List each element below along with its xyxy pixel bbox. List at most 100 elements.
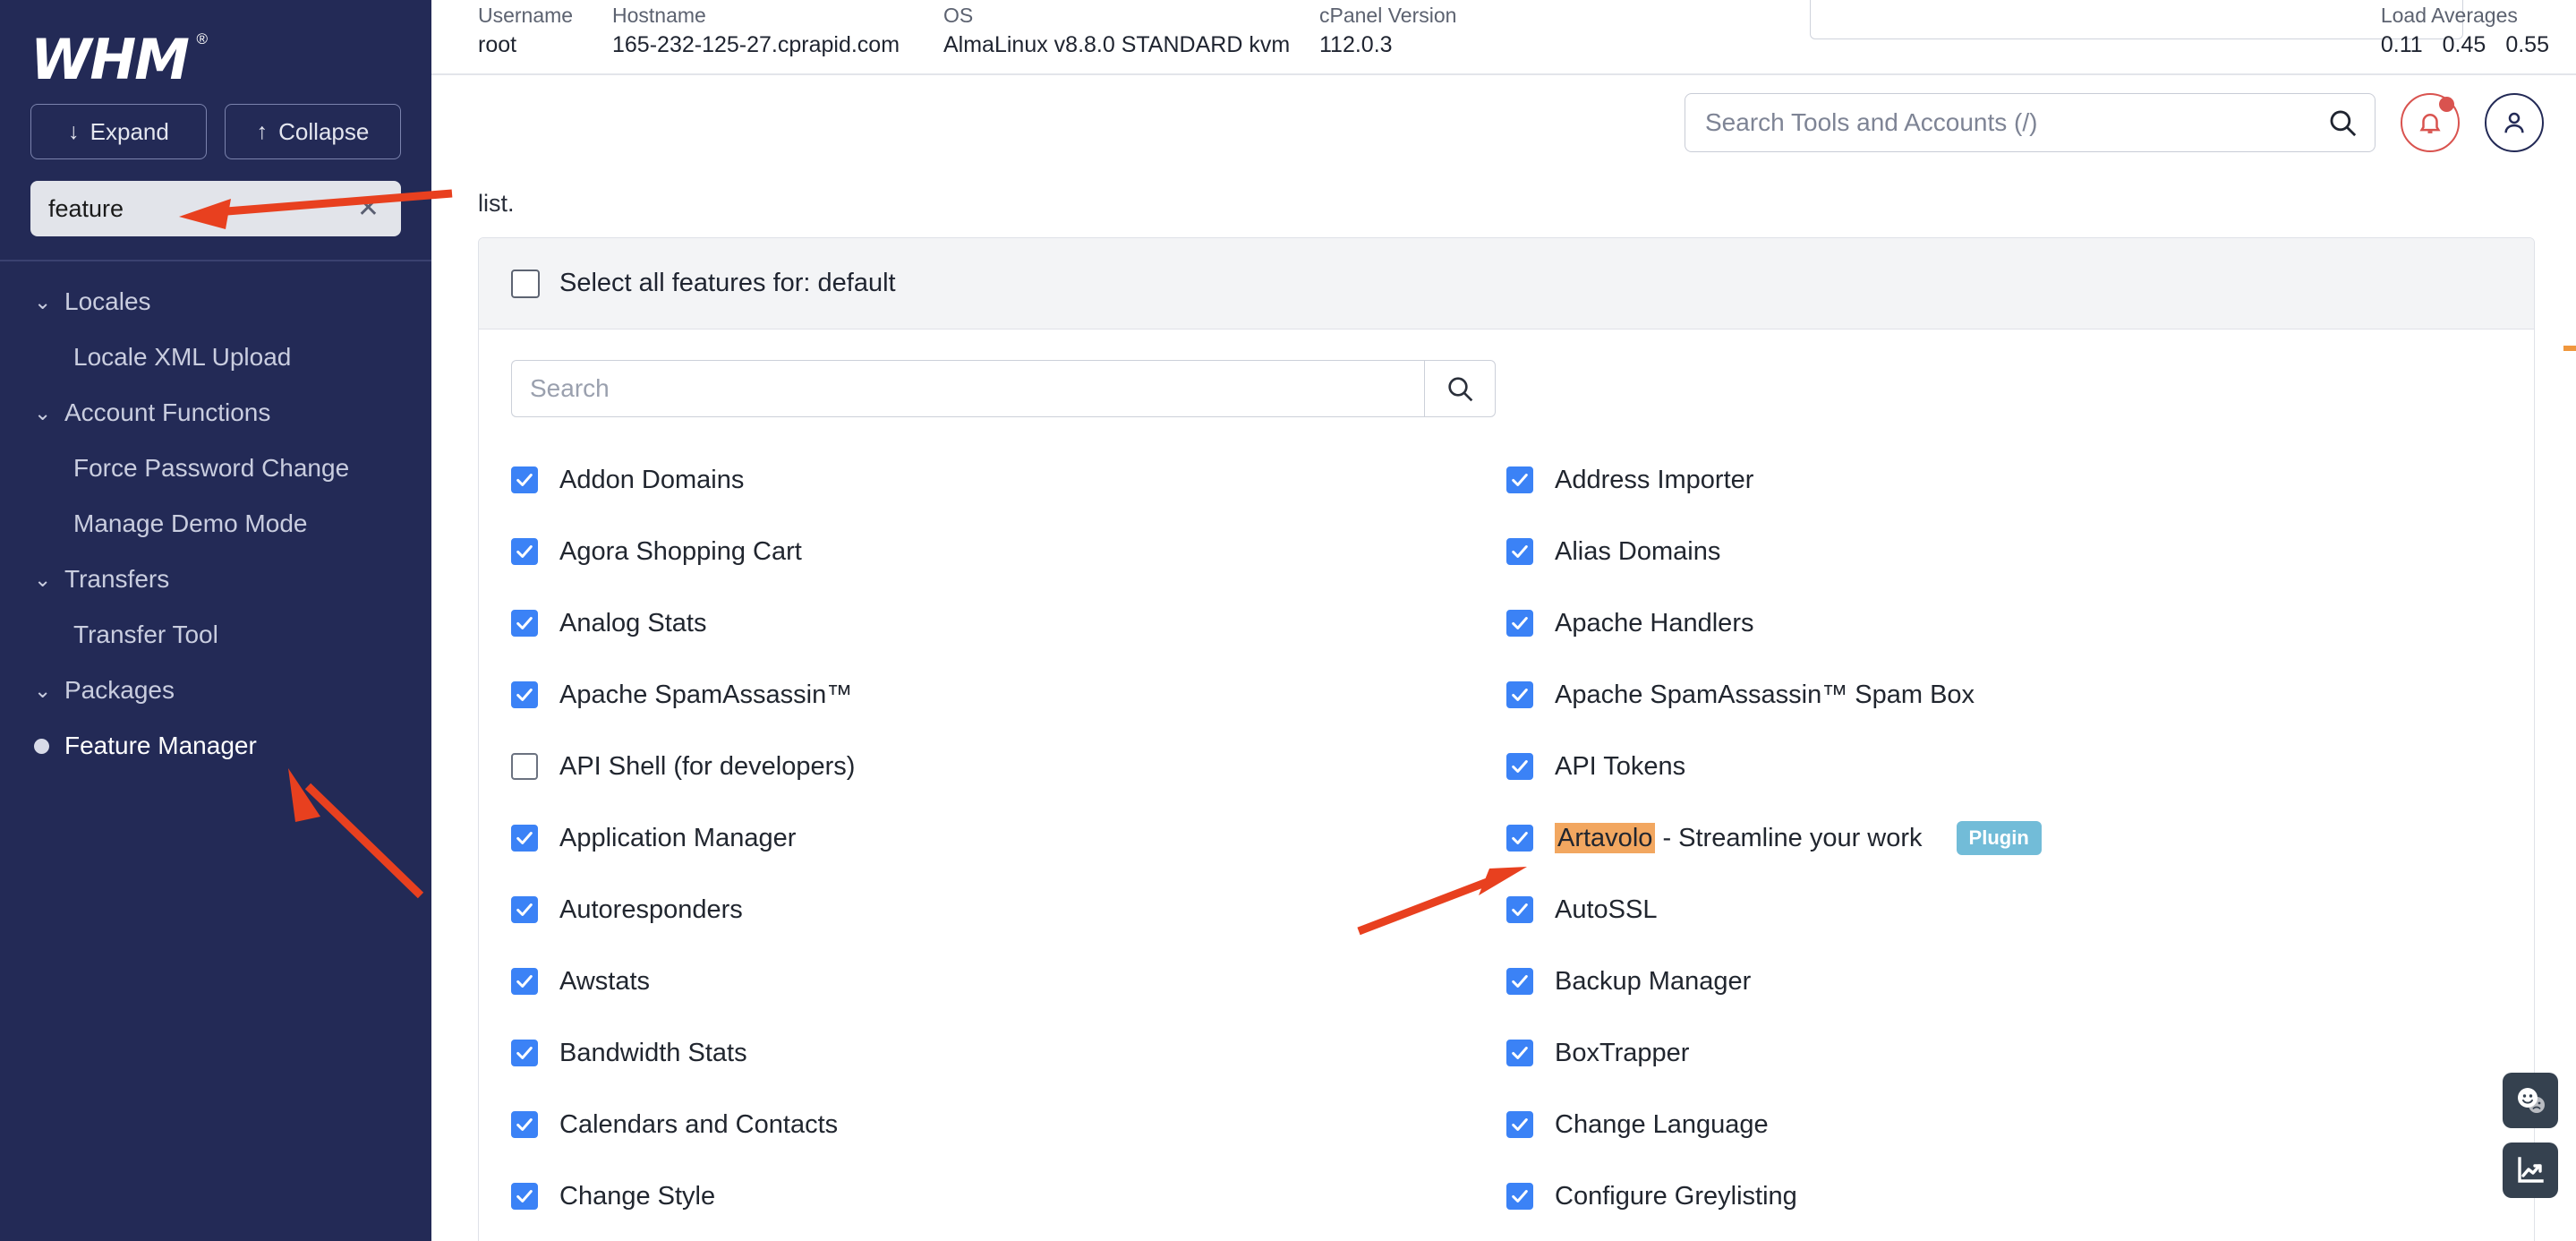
info-cpanel-label: cPanel Version (1319, 4, 1457, 27)
feature-list-panel: Select all features for: default Addon D… (478, 237, 2535, 1241)
feature-checkbox[interactable] (511, 825, 538, 852)
feature-row[interactable]: Autoresponders (511, 874, 1506, 946)
feature-label: API Shell (for developers) (559, 751, 856, 781)
plugin-badge: Plugin (1956, 821, 2042, 855)
feature-checkbox[interactable] (511, 681, 538, 708)
feature-row[interactable]: Artavolo - Streamline your work Plugin (1506, 802, 2502, 874)
feature-checkbox[interactable] (511, 610, 538, 637)
sidebar-search-wrap: ✕ (0, 159, 431, 236)
sidebar-item-locale-xml-upload[interactable]: Locale XML Upload (0, 330, 431, 385)
sidebar-item-packages[interactable]: ⌄ Packages (0, 663, 431, 718)
feature-row[interactable]: Change Language (1506, 1089, 2502, 1160)
feature-row[interactable]: Apache Handlers (1506, 587, 2502, 659)
feature-label: Alias Domains (1555, 536, 1721, 566)
header-panel-outline (1810, 0, 2463, 39)
feature-row[interactable]: Agora Shopping Cart (511, 516, 1506, 587)
feature-row[interactable]: Addon Domains (511, 444, 1506, 516)
feature-search-button[interactable] (1424, 360, 1496, 417)
feature-checkbox[interactable] (1506, 1111, 1533, 1138)
feature-checkbox[interactable] (1506, 681, 1533, 708)
sidebar-item-feature-manager[interactable]: Feature Manager (0, 718, 431, 774)
feature-row[interactable]: Configure Greylisting (1506, 1160, 2502, 1232)
expand-button[interactable]: ↓ Expand (30, 104, 207, 159)
sidebar-item-transfers[interactable]: ⌄ Transfers (0, 552, 431, 607)
feature-label: Calendars and Contacts (559, 1109, 839, 1139)
feature-checkbox[interactable] (1506, 896, 1533, 923)
sidebar-item-label: Locale XML Upload (73, 343, 292, 371)
sidebar-search-input[interactable] (30, 181, 401, 236)
sidebar-nav: ⌄ Locales Locale XML Upload ⌄ Account Fu… (0, 261, 431, 774)
sidebar-item-locales[interactable]: ⌄ Locales (0, 274, 431, 330)
sidebar-tree-controls: ↓ Expand ↑ Collapse (0, 97, 431, 159)
sidebar-item-transfer-tool[interactable]: Transfer Tool (0, 607, 431, 663)
feature-row[interactable]: API Tokens (1506, 731, 2502, 802)
feature-checkbox[interactable] (1506, 968, 1533, 995)
select-all-checkbox[interactable] (511, 269, 540, 298)
feature-checkbox[interactable] (1506, 753, 1533, 780)
user-account-button[interactable] (2485, 93, 2544, 152)
info-hostname-label: Hostname (612, 4, 706, 27)
feature-search-input[interactable] (511, 360, 1424, 417)
feature-checkbox[interactable] (511, 538, 538, 565)
info-username-value: root (478, 32, 517, 57)
info-hostname-value: 165-232-125-27.cprapid.com (612, 32, 900, 57)
feature-row[interactable]: Backup Manager (1506, 946, 2502, 1017)
feature-label-rest: - Streamline your work (1655, 823, 1923, 852)
feature-checkbox[interactable] (511, 1040, 538, 1066)
feature-checkbox[interactable] (1506, 825, 1533, 852)
feature-checkbox[interactable] (511, 1183, 538, 1210)
feature-row[interactable]: AutoSSL (1506, 874, 2502, 946)
feature-row[interactable]: Change Style (511, 1160, 1506, 1232)
arrow-down-icon: ↓ (68, 118, 80, 144)
tools-search-input[interactable] (1685, 93, 2376, 152)
feature-checkbox[interactable] (1506, 610, 1533, 637)
feature-row[interactable]: API Shell (for developers) (511, 731, 1506, 802)
feature-row[interactable]: Apache SpamAssassin™ Spam Box (1506, 659, 2502, 731)
feature-checkbox[interactable] (511, 753, 538, 780)
feature-checkbox[interactable] (1506, 1040, 1533, 1066)
feedback-button[interactable] (2503, 1073, 2558, 1128)
feature-search-row (511, 360, 2502, 417)
sidebar-item-label: Manage Demo Mode (73, 509, 308, 537)
feature-row[interactable]: Bandwidth Stats (511, 1017, 1506, 1089)
info-load-label: Load Averages (2380, 4, 2518, 27)
analytics-chart-icon (2518, 1157, 2544, 1183)
feature-row[interactable]: Address Importer (1506, 444, 2502, 516)
feature-row[interactable]: Calendars and Contacts (511, 1089, 1506, 1160)
feature-checkbox[interactable] (1506, 466, 1533, 493)
analytics-button[interactable] (2503, 1143, 2558, 1198)
whm-logo[interactable]: WHM ® (0, 0, 431, 97)
sidebar-item-label: Feature Manager (64, 732, 257, 759)
feature-label: Autoresponders (559, 894, 743, 924)
clear-search-icon[interactable]: ✕ (357, 195, 380, 222)
info-load-averages: Load Averages 0.11 0.45 0.55 (2381, 2, 2549, 61)
feature-checkbox[interactable] (511, 968, 538, 995)
feedback-faces-icon (2518, 1088, 2545, 1113)
feature-checkbox[interactable] (511, 1111, 538, 1138)
collapse-button[interactable]: ↑ Collapse (225, 104, 401, 159)
expand-button-label: Expand (90, 117, 169, 145)
notifications-button[interactable] (2401, 93, 2460, 152)
collapse-button-label: Collapse (278, 117, 370, 145)
feature-label: BoxTrapper (1555, 1038, 1690, 1067)
feature-checkbox[interactable] (511, 466, 538, 493)
sidebar-item-manage-demo-mode[interactable]: Manage Demo Mode (0, 496, 431, 552)
feature-checkbox[interactable] (511, 896, 538, 923)
sidebar-item-account-functions[interactable]: ⌄ Account Functions (0, 385, 431, 441)
info-os-value: AlmaLinux v8.8.0 STANDARD kvm (943, 32, 1291, 57)
select-all-row[interactable]: Select all features for: default (479, 238, 2534, 330)
sidebar-item-force-password-change[interactable]: Force Password Change (0, 441, 431, 496)
feature-row[interactable]: Apache SpamAssassin™ (511, 659, 1506, 731)
feature-row[interactable]: Awstats (511, 946, 1506, 1017)
feature-row[interactable]: Application Manager (511, 802, 1506, 874)
feature-checkbox[interactable] (1506, 1183, 1533, 1210)
info-os: OS AlmaLinux v8.8.0 STANDARD kvm (943, 0, 1319, 61)
feature-row[interactable]: BoxTrapper (1506, 1017, 2502, 1089)
feature-checkbox[interactable] (1506, 538, 1533, 565)
info-cpanel-value: 112.0.3 (1319, 32, 1393, 57)
feature-row[interactable]: Alias Domains (1506, 516, 2502, 587)
chevron-down-icon: ⌄ (34, 289, 52, 313)
feature-label: Bandwidth Stats (559, 1038, 747, 1067)
feature-row[interactable]: Analog Stats (511, 587, 1506, 659)
main-area: Username root Hostname 165-232-125-27.cp… (431, 0, 2576, 1241)
